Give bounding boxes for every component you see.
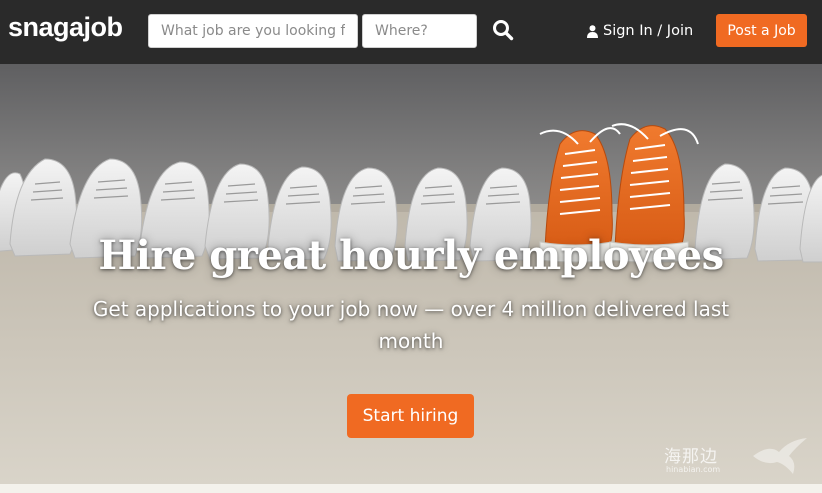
watermark: 海那边 hinabian.com [664,438,814,482]
hero-headline: Hire great hourly employees [98,232,724,279]
location-input[interactable] [362,14,477,48]
user-icon [587,24,598,38]
watermark-text: 海那边 [664,447,718,467]
hero-banner: Hire great hourly employees Get applicat… [0,64,822,484]
hero-subheadline: Get applications to your job now — over … [92,297,730,353]
post-a-job-button[interactable]: Post a Job [716,14,807,47]
start-hiring-button[interactable]: Start hiring [347,394,474,438]
bird-logo-icon [753,438,807,474]
search-button[interactable] [490,18,516,44]
watermark-url: hinabian.com [666,465,721,474]
page-bottom-strip [0,484,822,493]
snagajob-logo[interactable]: snagajob [8,12,123,43]
sign-in-label: Sign In / Join [603,23,694,39]
top-navigation-bar: snagajob Sign In / Join Post a Job [0,0,822,64]
sign-in-join-link[interactable]: Sign In / Join [587,21,693,41]
search-icon [493,19,514,40]
job-search-input[interactable] [148,14,358,48]
